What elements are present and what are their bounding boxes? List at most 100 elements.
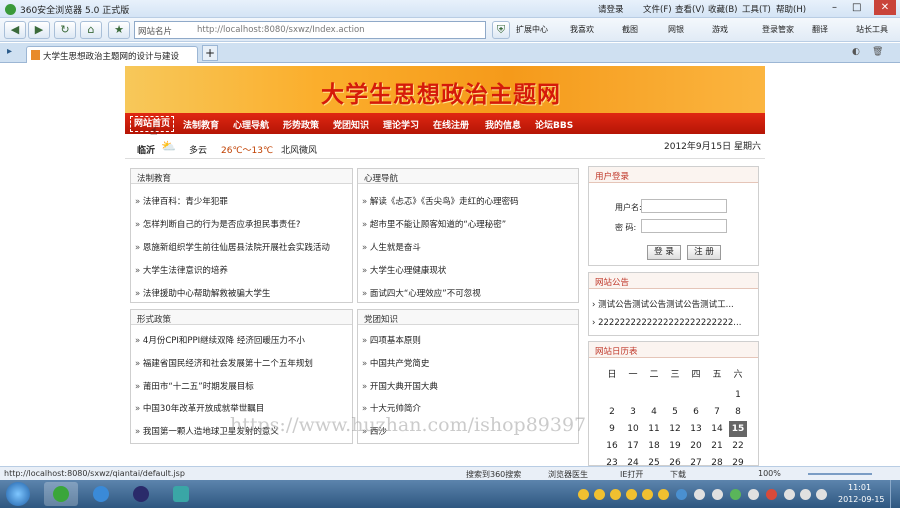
list-item[interactable]: 开国大典开国大典 — [362, 380, 438, 392]
calendar-day[interactable]: 7 — [708, 407, 726, 417]
calendar-day[interactable]: 17 — [624, 441, 642, 451]
toolbar-login-manager[interactable]: 登录管家 — [762, 24, 794, 35]
tray-qq-icon[interactable] — [626, 489, 637, 500]
tray-qq-icon[interactable] — [578, 489, 589, 500]
sidebar-toggle-icon[interactable]: ▸ — [7, 46, 12, 57]
tray-qq-icon[interactable] — [610, 489, 621, 500]
menu-login[interactable]: 请登录 — [598, 3, 624, 15]
calendar-day[interactable]: 3 — [624, 407, 642, 417]
calendar-day[interactable]: 10 — [624, 424, 642, 434]
taskbar-ie-icon[interactable] — [84, 482, 118, 506]
tab-active[interactable]: 大学生思想政治主题网的设计与建设 — [26, 46, 198, 63]
taskbar-eclipse-icon[interactable] — [124, 482, 158, 506]
close-icon[interactable]: ✕ — [874, 0, 896, 15]
tray-power-icon[interactable] — [816, 489, 827, 500]
list-item[interactable]: 大学生心理健康现状 — [362, 264, 447, 276]
toolbar-games[interactable]: 游戏 — [712, 24, 728, 35]
calendar-day[interactable]: 21 — [708, 441, 726, 451]
restore-tab-icon[interactable]: ◐ — [852, 47, 860, 57]
notice-item-text[interactable]: 测试公告测试公告测试公告测试工... — [598, 300, 734, 310]
nav-bbs[interactable]: 论坛BBS — [535, 118, 573, 131]
calendar-day[interactable]: 9 — [603, 424, 621, 434]
menu-help[interactable]: 帮助(H) — [776, 3, 806, 15]
list-item[interactable]: 解读《忐忑》《舌尖鸟》走红的心理密码 — [362, 195, 519, 207]
nav-party[interactable]: 党团知识 — [333, 118, 369, 131]
list-item[interactable]: 人生就是奋斗 — [362, 241, 421, 253]
toolbar-screenshot[interactable]: 截图 — [622, 24, 638, 35]
calendar-day[interactable]: 22 — [729, 441, 747, 451]
nav-policy[interactable]: 形势政策 — [283, 118, 319, 131]
shield-icon[interactable]: ⛨ — [492, 21, 510, 39]
status-doctor[interactable]: 浏览器医生 — [548, 469, 588, 480]
calendar-day[interactable]: 27 — [687, 458, 705, 465]
calendar-day[interactable]: 5 — [666, 407, 684, 417]
notice-item[interactable]: › 测试公告测试公告测试公告测试工... — [592, 298, 734, 310]
menu-file[interactable]: 文件(F) — [643, 3, 672, 15]
tray-qq-icon[interactable] — [642, 489, 653, 500]
calendar-day[interactable]: 4 — [645, 407, 663, 417]
toolbar-webmaster[interactable]: 站长工具 — [856, 24, 888, 35]
address-url[interactable]: http://localhost:8080/sxwz/Index.action — [197, 25, 365, 35]
list-item[interactable]: 面试四大“心理效应”不可忽视 — [362, 287, 481, 299]
toolbar-extensions[interactable]: 扩展中心 — [516, 24, 548, 35]
list-item[interactable]: 恩施新组织学生前往仙居县法院开展社会实践活动 — [135, 241, 330, 253]
list-item[interactable]: 四项基本原则 — [362, 334, 421, 346]
list-item[interactable]: 大学生法律意识的培养 — [135, 264, 228, 276]
calendar-day[interactable]: 24 — [624, 458, 642, 465]
status-zoom[interactable]: 100% — [758, 469, 781, 478]
calendar-day[interactable]: 26 — [666, 458, 684, 465]
forward-icon[interactable]: ▶ — [28, 21, 50, 39]
list-item[interactable]: 中国共产党简史 — [362, 357, 430, 369]
list-item[interactable]: 莆田市“十二五”时期发展目标 — [135, 380, 254, 392]
list-item[interactable]: 4月份CPI和PPI继续双降 经济回暖压力不小 — [135, 334, 305, 346]
new-tab-icon[interactable]: + — [202, 45, 218, 61]
login-button[interactable]: 登 录 — [647, 245, 681, 260]
back-icon[interactable]: ◀ — [4, 21, 26, 39]
tray-app-icon[interactable] — [766, 489, 777, 500]
taskbar-360-browser-icon[interactable] — [44, 482, 78, 506]
home-icon[interactable]: ⌂ — [80, 21, 102, 39]
calendar-day[interactable]: 8 — [729, 407, 747, 417]
taskbar-time[interactable]: 11:01 — [848, 483, 871, 492]
calendar-day[interactable]: 13 — [687, 424, 705, 434]
calendar-day[interactable]: 11 — [645, 424, 663, 434]
menu-tools[interactable]: 工具(T) — [742, 3, 771, 15]
calendar-day[interactable]: 25 — [645, 458, 663, 465]
nav-my-info[interactable]: 我的信息 — [485, 118, 521, 131]
nav-register[interactable]: 在线注册 — [433, 118, 469, 131]
taskbar-app-icon[interactable] — [164, 482, 198, 506]
refresh-icon[interactable]: ↻ — [54, 21, 76, 39]
tray-qq-icon[interactable] — [658, 489, 669, 500]
address-label[interactable]: 网站名片 — [138, 25, 172, 37]
calendar-day[interactable]: 2 — [603, 407, 621, 417]
trash-icon[interactable]: 🗑 — [872, 47, 883, 57]
calendar-day[interactable]: 18 — [645, 441, 663, 451]
menu-favorites[interactable]: 收藏(B) — [708, 3, 737, 15]
tab-title[interactable]: 大学生思想政治主题网的设计与建设 — [43, 50, 179, 62]
calendar-day[interactable]: 14 — [708, 424, 726, 434]
calendar-day[interactable]: 20 — [687, 441, 705, 451]
tray-shield-icon[interactable] — [676, 489, 687, 500]
status-search[interactable]: 搜索到360搜索 — [466, 469, 521, 480]
list-item[interactable]: 怎样判断自己的行为是否应承担民事责任? — [135, 218, 301, 230]
tray-network-icon[interactable] — [748, 489, 759, 500]
nav-psychology[interactable]: 心理导航 — [233, 118, 269, 131]
list-item[interactable]: 法律百科：青少年犯罪 — [135, 195, 228, 207]
address-bar[interactable]: 网站名片 http://localhost:8080/sxwz/Index.ac… — [134, 21, 486, 39]
username-input[interactable] — [641, 199, 727, 213]
maximize-icon[interactable]: □ — [852, 2, 861, 13]
notice-item[interactable]: › 2222222222222222222222222... — [592, 318, 741, 328]
register-button[interactable]: 注 册 — [687, 245, 721, 260]
toolbar-like[interactable]: 我喜欢 — [570, 24, 594, 35]
calendar-today[interactable]: 15 — [729, 421, 747, 437]
calendar-day[interactable]: 29 — [729, 458, 747, 465]
toolbar-bank[interactable]: 网银 — [668, 24, 684, 35]
calendar-day[interactable]: 23 — [603, 458, 621, 465]
tray-360-icon[interactable] — [730, 489, 741, 500]
calendar-day[interactable]: 16 — [603, 441, 621, 451]
tray-network-icon[interactable] — [694, 489, 705, 500]
zoom-slider[interactable] — [808, 473, 872, 475]
tray-flag-icon[interactable] — [800, 489, 811, 500]
list-item[interactable]: 福建省国民经济和社会发展第十二个五年规划 — [135, 357, 313, 369]
nav-law[interactable]: 法制教育 — [183, 118, 219, 131]
